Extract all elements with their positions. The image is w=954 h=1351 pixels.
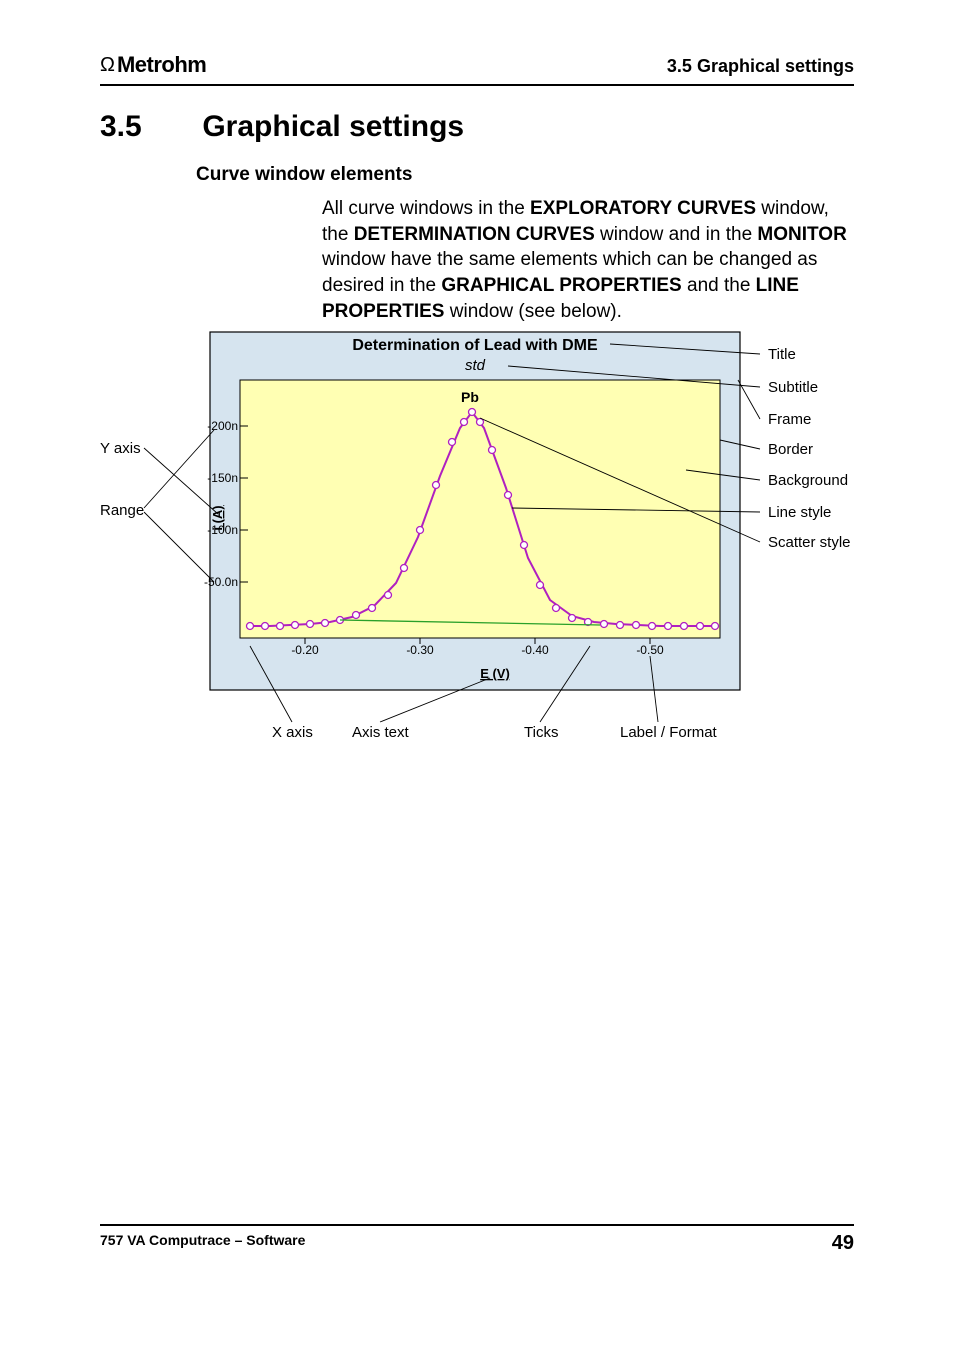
callout-frame: Frame <box>768 411 811 428</box>
callout-x-axis: X axis <box>272 724 313 741</box>
para-text: All curve windows in the <box>322 198 530 219</box>
callout-border: Border <box>768 441 813 458</box>
page-header: Ω Metrohm 3.5 Graphical settings <box>100 56 854 86</box>
section-title-text: Graphical settings <box>202 110 464 143</box>
chart-subtitle: std <box>465 357 486 374</box>
callout-scatter-style: Scatter style <box>768 534 851 551</box>
footer-doc-title: 757 VA Computrace – Software <box>100 1232 305 1248</box>
chart-title: Determination of Lead with DME <box>352 337 598 354</box>
section-number: 3.5 <box>100 110 194 144</box>
callout-ticks: Ticks <box>524 724 558 741</box>
svg-text:-150n: -150n <box>207 471 238 485</box>
callout-subtitle: Subtitle <box>768 379 818 396</box>
para-bold: DETERMINATION CURVES <box>354 224 595 245</box>
chart-svg: Determination of Lead with DME std Pb -2… <box>100 330 860 750</box>
svg-text:-0.20: -0.20 <box>291 643 319 657</box>
callout-label-format: Label / Format <box>620 724 717 741</box>
callout-title: Title <box>768 346 796 363</box>
callout-line-style: Line style <box>768 504 831 521</box>
page-number: 49 <box>832 1232 854 1255</box>
svg-text:-0.50: -0.50 <box>636 643 664 657</box>
para-text: and the <box>682 275 756 296</box>
annotated-chart-figure: Determination of Lead with DME std Pb -2… <box>100 330 860 750</box>
para-bold: GRAPHICAL PROPERTIES <box>441 275 681 296</box>
para-text: window (see below). <box>444 301 621 322</box>
body-paragraph: All curve windows in the EXPLORATORY CUR… <box>322 196 852 324</box>
peak-label: Pb <box>461 389 479 405</box>
para-bold: MONITOR <box>757 224 846 245</box>
callout-background: Background <box>768 472 848 489</box>
callout-axis-text: Axis text <box>352 724 409 741</box>
brand-logo: Ω Metrohm <box>100 52 206 78</box>
x-axis-label: E (V) <box>480 666 510 681</box>
header-section-ref: 3.5 Graphical settings <box>667 56 854 77</box>
left-connectors <box>144 430 218 582</box>
svg-text:-0.30: -0.30 <box>406 643 434 657</box>
para-bold: EXPLORATORY CURVES <box>530 198 756 219</box>
page-footer: 757 VA Computrace – Software 49 <box>100 1224 854 1255</box>
svg-text:-200n: -200n <box>207 419 238 433</box>
callout-range: Range <box>100 502 144 519</box>
svg-text:-0.40: -0.40 <box>521 643 549 657</box>
omega-icon: Ω <box>100 54 115 77</box>
section-heading: 3.5 Graphical settings <box>100 110 464 144</box>
para-text: window and in the <box>595 224 758 245</box>
section-subheading: Curve window elements <box>196 164 412 186</box>
page: Ω Metrohm 3.5 Graphical settings 3.5 Gra… <box>0 0 954 1351</box>
callout-y-axis: Y axis <box>100 440 141 457</box>
brand-name: Metrohm <box>117 52 206 78</box>
